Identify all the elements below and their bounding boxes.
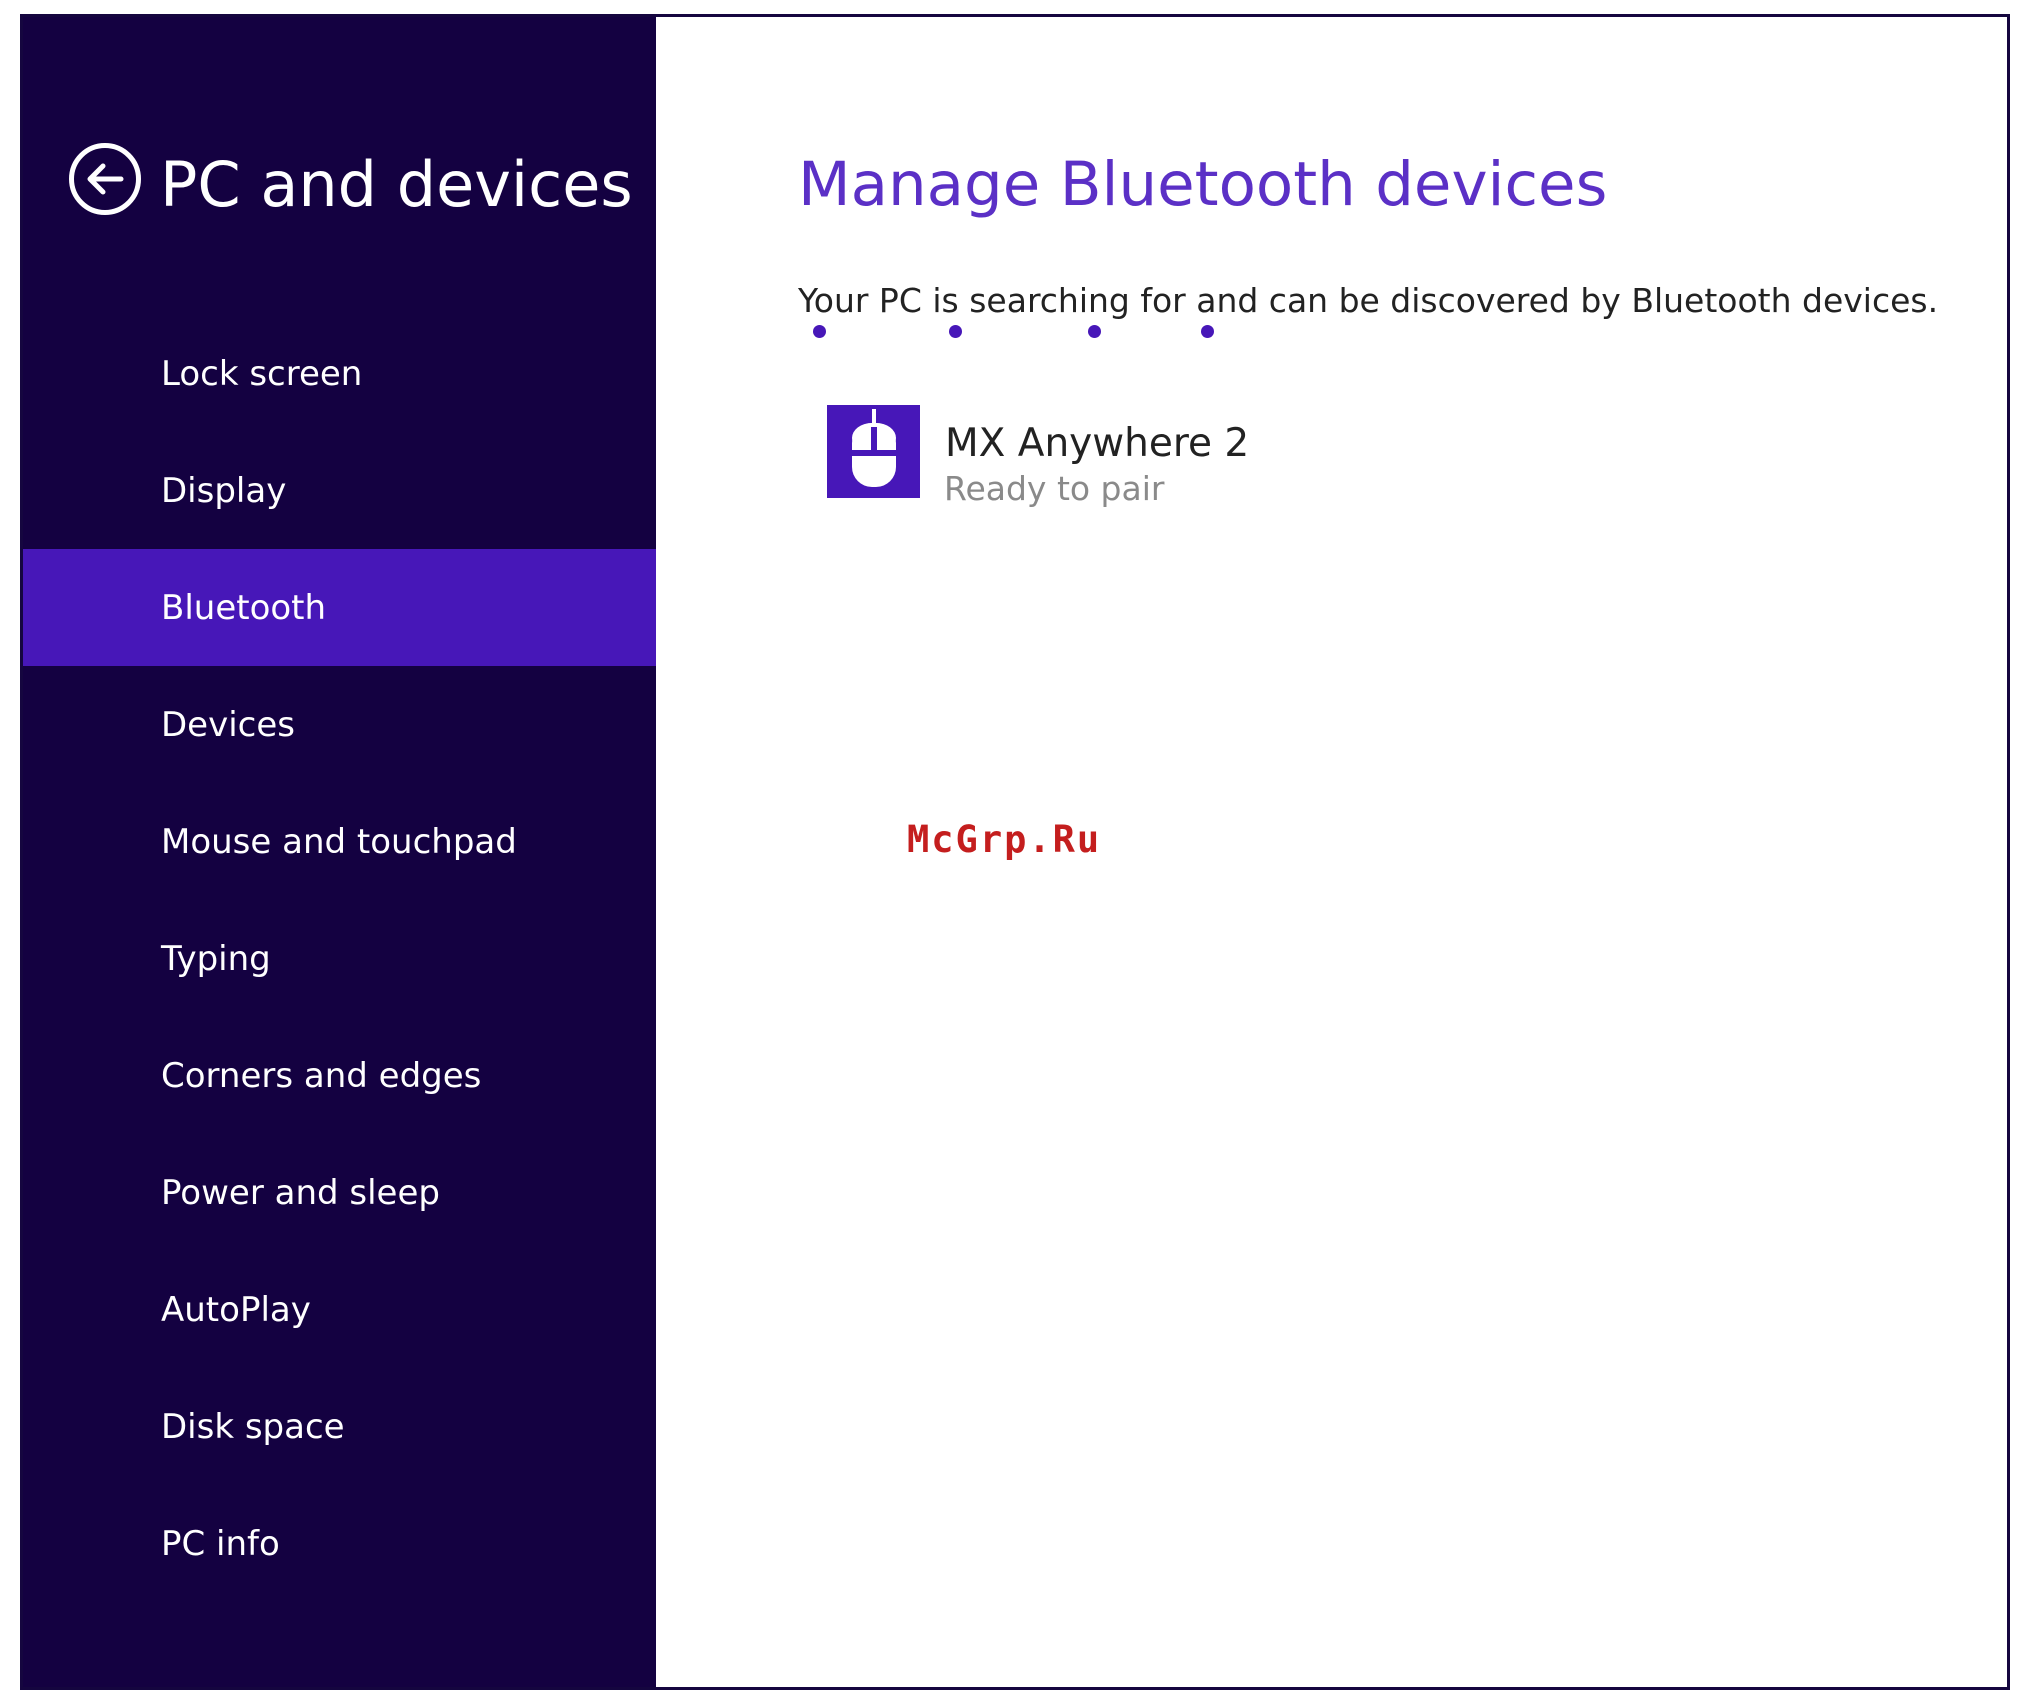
progress-dot	[813, 325, 826, 338]
sidebar-item-bluetooth[interactable]: Bluetooth	[23, 549, 656, 666]
back-arrow-circle-icon[interactable]	[69, 143, 141, 215]
sidebar-item-mouse-and-touchpad[interactable]: Mouse and touchpad	[23, 783, 656, 900]
sidebar: PC and devices Lock screen Display Bluet…	[23, 17, 656, 1687]
sidebar-item-display[interactable]: Display	[23, 432, 656, 549]
page-title: Manage Bluetooth devices	[798, 149, 1608, 220]
sidebar-item-autoplay[interactable]: AutoPlay	[23, 1251, 656, 1368]
sidebar-item-power-and-sleep[interactable]: Power and sleep	[23, 1134, 656, 1251]
progress-dot	[1201, 325, 1214, 338]
mouse-icon	[827, 405, 920, 498]
search-status-text: Your PC is searching for and can be disc…	[798, 281, 1939, 320]
sidebar-item-disk-space[interactable]: Disk space	[23, 1368, 656, 1485]
sidebar-item-lock-screen[interactable]: Lock screen	[23, 315, 656, 432]
sidebar-title: PC and devices	[160, 148, 633, 221]
watermark: McGrp.Ru	[907, 818, 1102, 861]
device-name: MX Anywhere 2	[945, 421, 1250, 466]
main-content: Manage Bluetooth devices Your PC is sear…	[656, 17, 2007, 1687]
nav-list: Lock screen Display Bluetooth Devices Mo…	[23, 315, 656, 1602]
progress-dot	[1088, 325, 1101, 338]
sidebar-item-pc-info[interactable]: PC info	[23, 1485, 656, 1602]
sidebar-item-devices[interactable]: Devices	[23, 666, 656, 783]
sidebar-item-corners-and-edges[interactable]: Corners and edges	[23, 1017, 656, 1134]
device-item-mx-anywhere-2[interactable]: MX Anywhere 2 Ready to pair	[827, 405, 1387, 508]
progress-dot	[949, 325, 962, 338]
sidebar-item-typing[interactable]: Typing	[23, 900, 656, 1017]
device-status: Ready to pair	[944, 469, 1165, 508]
